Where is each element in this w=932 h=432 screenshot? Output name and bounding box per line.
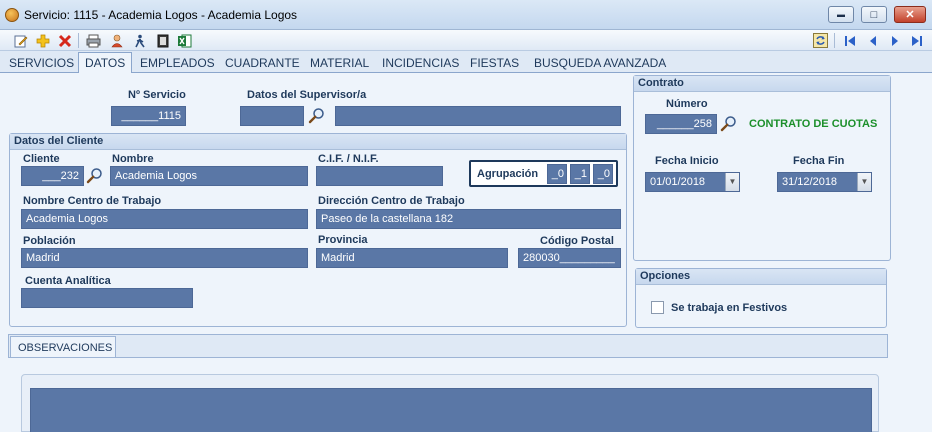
servicio-number-field[interactable]: ______1115 (111, 106, 186, 126)
tab-material[interactable]: MATERIAL (304, 53, 375, 73)
nombre-label: Nombre (112, 153, 154, 165)
fecha-fin-value: 31/12/2018 (782, 176, 838, 188)
tab-cuadrante[interactable]: CUADRANTE (219, 53, 306, 73)
fecha-fin-label: Fecha Fin (793, 155, 845, 167)
toolbar-separator (78, 33, 79, 48)
tab-busqueda-avanzada[interactable]: BUSQUEDA AVANZADA (528, 53, 672, 73)
chevron-down-icon[interactable]: ▼ (857, 173, 871, 191)
delete-icon (58, 34, 71, 47)
next-icon (891, 35, 898, 46)
window-title: Servicio: 1115 - Academia Logos - Academ… (24, 8, 298, 22)
tab-fiestas[interactable]: FIESTAS (464, 53, 525, 73)
maximize-button[interactable]: □ (861, 6, 887, 23)
codigo-postal-label: Código Postal (540, 235, 614, 247)
next-record-button[interactable] (886, 32, 903, 49)
previous-record-button[interactable] (864, 32, 881, 49)
supervisor-name-field[interactable] (335, 106, 621, 126)
printer-icon (86, 34, 101, 47)
maximize-icon: □ (870, 8, 878, 21)
tab-observaciones[interactable]: OBSERVACIONES (10, 336, 116, 358)
supervisor-search-button[interactable] (308, 107, 326, 125)
minimize-button[interactable]: ▬ (828, 6, 854, 23)
agrupacion-field-2[interactable]: _1 (570, 164, 590, 184)
close-icon: ✕ (905, 9, 915, 21)
notes-button[interactable] (154, 32, 171, 49)
tab-empleados[interactable]: EMPLEADOS (134, 53, 221, 73)
centro-label: Nombre Centro de Trabajo (23, 195, 162, 207)
magnifier-icon (720, 116, 736, 132)
user-icon (110, 34, 123, 47)
opciones-panel: Opciones (635, 268, 887, 328)
magnifier-icon (308, 108, 324, 124)
first-record-button[interactable] (841, 32, 858, 49)
numero-label: Número (666, 98, 708, 110)
contrato-panel-title: Contrato (634, 76, 890, 92)
user-button[interactable] (108, 32, 125, 49)
opciones-panel-title: Opciones (636, 269, 886, 285)
direccion-label: Dirección Centro de Trabajo (318, 195, 465, 207)
supervisor-code-field[interactable] (240, 106, 304, 126)
cuenta-analitica-field[interactable] (21, 288, 193, 308)
last-icon (911, 35, 922, 46)
first-icon (844, 35, 855, 46)
cliente-search-button[interactable] (86, 167, 104, 185)
add-button[interactable] (34, 32, 51, 49)
agrupacion-label: Agrupación (477, 168, 539, 180)
cliente-code-field[interactable]: ___232 (21, 166, 84, 186)
cuenta-analitica-label: Cuenta Analítica (25, 275, 111, 287)
previous-icon (869, 35, 876, 46)
poblacion-field[interactable]: Madrid (21, 248, 308, 268)
print-button[interactable] (85, 32, 102, 49)
walking-person-icon (134, 34, 145, 47)
cliente-panel-title: Datos del Cliente (10, 134, 626, 150)
poblacion-label: Población (23, 235, 76, 247)
centro-field[interactable]: Academia Logos (21, 209, 308, 229)
cif-field[interactable] (316, 166, 443, 186)
fecha-fin-select[interactable]: 31/12/2018 ▼ (777, 172, 872, 192)
tab-incidencias[interactable]: INCIDENCIAS (376, 53, 465, 73)
codigo-postal-field[interactable]: 280030_________ (518, 248, 621, 268)
agrupacion-field-1[interactable]: _0 (547, 164, 567, 184)
title-bar: Servicio: 1115 - Academia Logos - Academ… (0, 0, 932, 30)
tab-strip: SERVICIOS DATOS EMPLEADOS CUADRANTE MATE… (0, 51, 932, 74)
edit-button[interactable] (12, 32, 29, 49)
agrupacion-field-3[interactable]: _0 (593, 164, 613, 184)
festivos-checkbox[interactable] (651, 301, 664, 314)
excel-icon (178, 34, 192, 47)
toolbar-separator (834, 33, 835, 48)
toolbar (0, 30, 932, 51)
refresh-button[interactable] (812, 32, 829, 49)
cliente-label: Cliente (23, 153, 60, 165)
nombre-field[interactable]: Academia Logos (110, 166, 308, 186)
last-record-button[interactable] (908, 32, 925, 49)
excel-button[interactable] (176, 32, 193, 49)
observaciones-textarea[interactable] (30, 388, 872, 432)
fecha-inicio-select[interactable]: 01/01/2018 ▼ (645, 172, 740, 192)
plus-icon (36, 34, 49, 47)
contrato-number-field[interactable]: ______258 (645, 114, 717, 134)
supervisor-label: Datos del Supervisor/a (247, 89, 367, 101)
magnifier-icon (86, 168, 102, 184)
servicio-label: Nº Servicio (128, 89, 186, 101)
provincia-field[interactable]: Madrid (316, 248, 508, 268)
close-button[interactable]: ✕ (894, 6, 926, 23)
cif-label: C.I.F. / N.I.F. (318, 153, 379, 165)
contrato-type-label: CONTRATO DE CUOTAS (749, 118, 878, 130)
chevron-down-icon[interactable]: ▼ (725, 173, 739, 191)
tab-servicios[interactable]: SERVICIOS (3, 53, 80, 73)
notebook-icon (157, 34, 168, 47)
refresh-icon (813, 33, 828, 48)
fecha-inicio-label: Fecha Inicio (655, 155, 719, 167)
provincia-label: Provincia (318, 234, 368, 246)
direccion-field[interactable]: Paseo de la castellana 182 (316, 209, 621, 229)
minimize-icon: ▬ (837, 10, 845, 19)
fecha-inicio-value: 01/01/2018 (650, 176, 706, 188)
delete-button[interactable] (56, 32, 73, 49)
contrato-search-button[interactable] (720, 115, 738, 133)
tab-datos[interactable]: DATOS (78, 52, 133, 74)
edit-icon (14, 35, 27, 47)
app-icon (5, 8, 19, 22)
festivos-label: Se trabaja en Festivos (671, 302, 788, 314)
walk-button[interactable] (131, 32, 148, 49)
